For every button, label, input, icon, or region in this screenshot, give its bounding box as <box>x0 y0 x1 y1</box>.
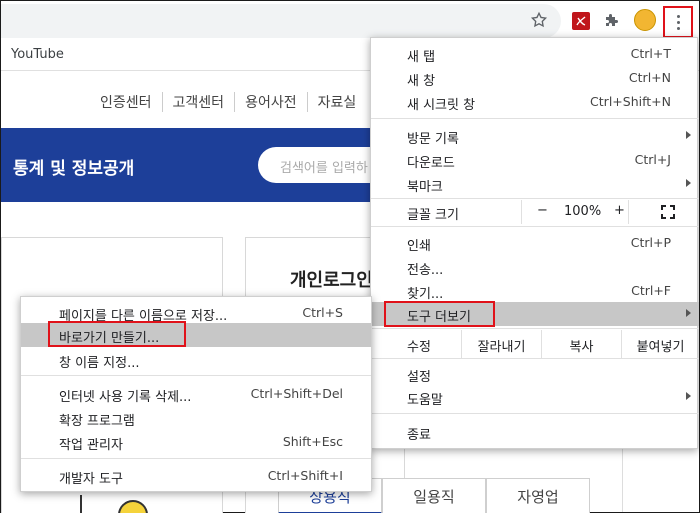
page-banner: 통계 및 정보공개 검색어를 입력하 <box>1 128 398 202</box>
tab-daily[interactable]: 일용직 <box>382 478 486 513</box>
tab-self-employed[interactable]: 자영업 <box>486 478 590 513</box>
paste-button[interactable]: 붙여넣기 <box>621 330 699 358</box>
menu-bookmarks[interactable]: 북마크 <box>371 172 699 196</box>
bookmark-youtube[interactable]: YouTube <box>11 47 64 62</box>
menu-extensions[interactable]: 확장 프로그램 <box>21 406 371 430</box>
menu-divider <box>371 198 699 199</box>
chevron-right-icon <box>686 392 691 400</box>
browser-toolbar <box>1 1 699 39</box>
menu-edit-row: 수정 잘라내기 복사 붙여넣기 <box>371 330 699 358</box>
menu-divider <box>371 413 699 414</box>
menu-clear-browsing-data[interactable]: 인터넷 사용 기록 삭제... Ctrl+Shift+Del <box>21 382 371 406</box>
menu-create-shortcut[interactable]: 바로가기 만들기... <box>21 321 371 347</box>
chevron-right-icon <box>686 309 691 317</box>
menu-divider <box>21 458 371 459</box>
zoom-level: 100% <box>564 204 602 219</box>
zoom-out-button[interactable]: − <box>537 203 548 218</box>
menu-name-window[interactable]: 창 이름 지정... <box>21 348 371 372</box>
page-title: 통계 및 정보공개 <box>13 159 135 179</box>
chevron-right-icon <box>686 179 691 187</box>
menu-downloads[interactable]: 다운로드 Ctrl+J <box>371 148 699 172</box>
nav-customer-center[interactable]: 고객센터 <box>163 92 236 112</box>
fullscreen-icon[interactable] <box>661 205 675 219</box>
menu-divider <box>371 358 699 359</box>
menu-print[interactable]: 인쇄 Ctrl+P <box>371 231 699 255</box>
cut-button[interactable]: 잘라내기 <box>461 330 541 358</box>
more-tools-submenu: 페이지를 다른 이름으로 저장... Ctrl+S 바로가기 만들기... 창 … <box>20 296 372 492</box>
copy-button[interactable]: 복사 <box>541 330 621 358</box>
star-icon[interactable] <box>529 10 549 30</box>
zoom-in-button[interactable]: + <box>614 203 625 218</box>
side-panel <box>622 440 698 512</box>
menu-more-tools[interactable]: 도구 더보기 <box>371 301 699 327</box>
menu-find[interactable]: 찾기... Ctrl+F <box>371 279 699 303</box>
login-title: 개인로그인 <box>290 270 373 291</box>
menu-divider <box>21 375 371 376</box>
menu-exit[interactable]: 종료 <box>371 420 699 444</box>
menu-task-manager[interactable]: 작업 관리자 Shift+Esc <box>21 430 371 454</box>
chrome-main-menu: 새 탭 Ctrl+T 새 창 Ctrl+N 새 시크릿 창 Ctrl+Shift… <box>370 37 699 449</box>
nav-glossary[interactable]: 용어사전 <box>235 92 308 112</box>
nav-auth-center[interactable]: 인증센터 <box>90 92 163 112</box>
profile-avatar[interactable] <box>634 9 656 31</box>
menu-new-window[interactable]: 새 창 Ctrl+N <box>371 66 699 90</box>
pdf-extension-icon[interactable] <box>572 12 590 30</box>
kebab-menu-icon[interactable] <box>663 6 693 38</box>
menu-history[interactable]: 방문 기록 <box>371 124 699 148</box>
menu-divider <box>371 328 699 329</box>
puzzle-icon[interactable] <box>602 10 622 30</box>
menu-help[interactable]: 도움말 <box>371 385 699 409</box>
menu-zoom-row: 글꼴 크기 − 100% + <box>371 200 699 224</box>
menu-cast[interactable]: 전송... <box>371 255 699 279</box>
menu-developer-tools[interactable]: 개발자 도구 Ctrl+Shift+I <box>21 464 371 488</box>
nav-resources[interactable]: 자료실 <box>308 92 367 112</box>
decoration-line <box>80 495 82 513</box>
address-bar[interactable] <box>1 4 561 38</box>
menu-divider <box>371 118 699 119</box>
menu-new-tab[interactable]: 새 탭 Ctrl+T <box>371 42 699 66</box>
top-nav: 인증센터 고객센터 용어사전 자료실 <box>90 92 366 112</box>
menu-settings[interactable]: 설정 <box>371 362 699 386</box>
chevron-right-icon <box>686 131 691 139</box>
zoom-controls: − 100% + <box>521 200 629 224</box>
menu-divider <box>371 226 699 227</box>
menu-new-incognito[interactable]: 새 시크릿 창 Ctrl+Shift+N <box>371 90 699 114</box>
